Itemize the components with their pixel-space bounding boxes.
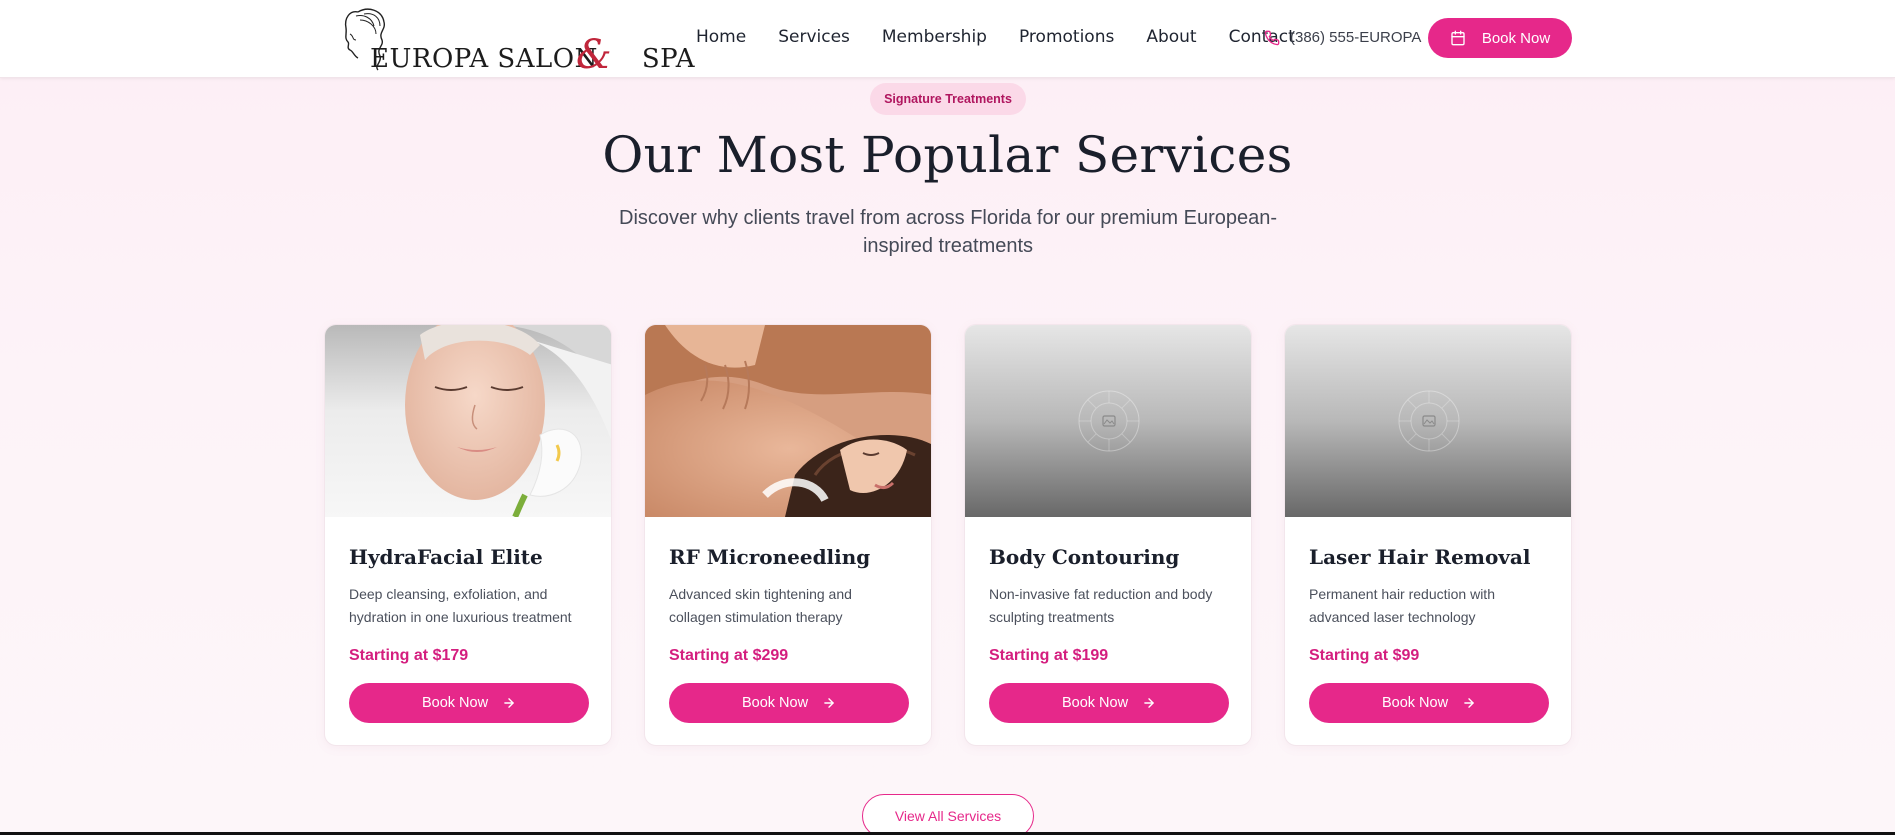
- card-price: Starting at $199: [989, 647, 1109, 664]
- card-title: Laser Hair Removal: [1309, 545, 1531, 569]
- nav-membership[interactable]: Membership: [882, 27, 987, 47]
- card-description: Deep cleansing, exfoliation, and hydrati…: [349, 586, 572, 625]
- phone-icon: [1264, 30, 1280, 45]
- phone-number: (386) 555-EUROPA: [1290, 29, 1422, 46]
- calendar-icon: [1451, 30, 1465, 46]
- card-book-now-label: Book Now: [1061, 695, 1129, 711]
- card-book-now-button[interactable]: Book Now: [989, 683, 1229, 723]
- nav-about[interactable]: About: [1146, 27, 1196, 47]
- massage-photo: [645, 325, 931, 517]
- card-title: HydraFacial Elite: [349, 545, 543, 569]
- service-card-hydrafacial: HydraFacial Elite Deep cleansing, exfoli…: [324, 324, 612, 746]
- card-price: Starting at $99: [1309, 647, 1420, 664]
- card-image: [1285, 325, 1571, 517]
- card-description: Advanced skin tightening and collagen st…: [669, 586, 852, 625]
- image-placeholder-icon: [1078, 390, 1140, 452]
- logo-text: EUROPA SALON SPA: [370, 44, 696, 74]
- image-placeholder-icon: [1398, 390, 1460, 452]
- view-all-services-button[interactable]: View All Services: [862, 794, 1034, 835]
- card-book-now-button[interactable]: Book Now: [669, 683, 909, 723]
- facial-photo: [325, 325, 611, 517]
- service-card-rf-microneedling: RF Microneedling Advanced skin tightenin…: [644, 324, 932, 746]
- arrow-right-icon: [1144, 698, 1154, 708]
- arrow-right-icon: [504, 698, 514, 708]
- header-book-now-label: Book Now: [1481, 29, 1551, 47]
- service-card-laser-hair-removal: Laser Hair Removal Permanent hair reduct…: [1284, 324, 1572, 746]
- logo[interactable]: EUROPA SALON SPA &: [338, 4, 695, 78]
- card-book-now-label: Book Now: [421, 695, 489, 711]
- site-header: EUROPA SALON SPA & Home Services Membersh…: [0, 0, 1895, 78]
- service-cards: HydraFacial Elite Deep cleansing, exfoli…: [324, 324, 1572, 746]
- card-description: Permanent hair reduction with advanced l…: [1309, 586, 1495, 625]
- nav-services[interactable]: Services: [778, 27, 850, 47]
- card-title: RF Microneedling: [669, 545, 871, 569]
- service-card-body-contouring: Body Contouring Non-invasive fat reducti…: [964, 324, 1252, 746]
- section-subtitle: Discover why clients travel from across …: [619, 207, 1277, 257]
- card-book-now-label: Book Now: [741, 695, 809, 711]
- header-book-now-button[interactable]: Book Now: [1428, 18, 1572, 58]
- nav-promotions[interactable]: Promotions: [1019, 27, 1114, 47]
- phone-link[interactable]: (386) 555-EUROPA: [1264, 29, 1421, 46]
- card-image: [965, 325, 1251, 517]
- card-book-now-button[interactable]: Book Now: [349, 683, 589, 723]
- card-title: Body Contouring: [989, 545, 1180, 569]
- card-price: Starting at $179: [349, 647, 469, 664]
- card-price: Starting at $299: [669, 647, 789, 664]
- nav-home[interactable]: Home: [696, 27, 746, 47]
- card-description: Non-invasive fat reduction and body scul…: [989, 586, 1213, 625]
- section-title: Our Most Popular Services: [602, 126, 1293, 184]
- card-book-now-button[interactable]: Book Now: [1309, 683, 1549, 723]
- main-nav: Home Services Membership Promotions Abou…: [696, 27, 1327, 47]
- arrow-right-icon: [824, 698, 834, 708]
- arrow-right-icon: [1464, 698, 1474, 708]
- section-badge: Signature Treatments: [870, 83, 1026, 115]
- card-book-now-label: Book Now: [1381, 695, 1449, 711]
- logo-ampersand: &: [576, 32, 612, 78]
